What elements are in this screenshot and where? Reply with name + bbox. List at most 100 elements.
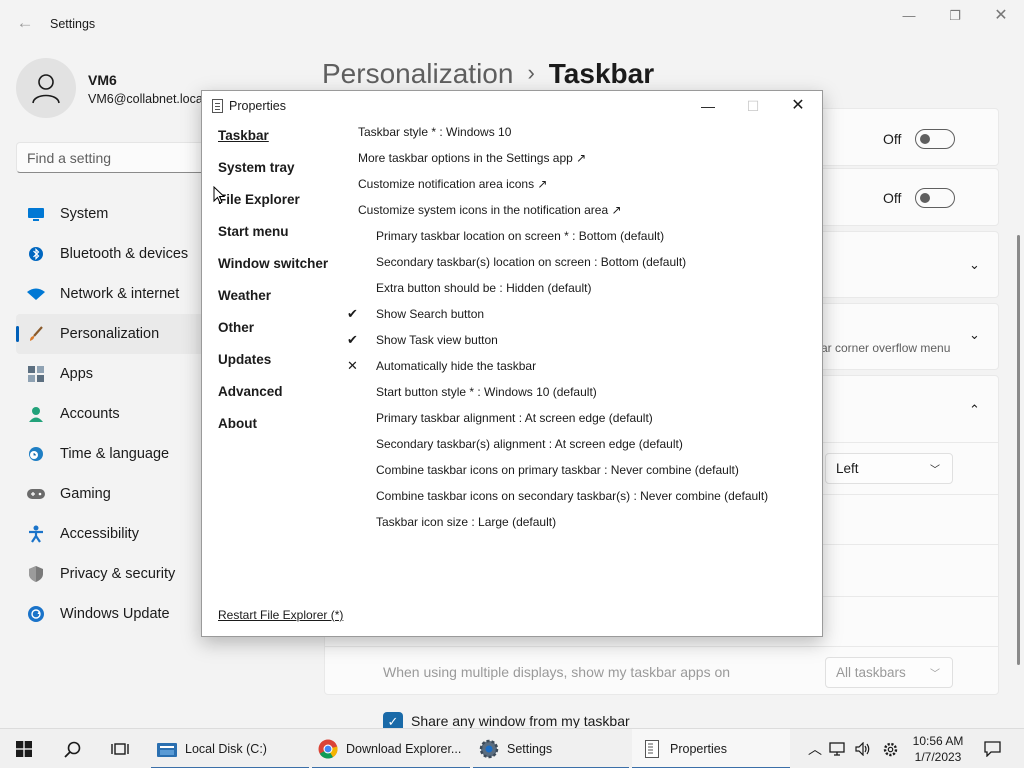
chevron-down-icon[interactable]: ⌄ [969,327,980,343]
apps-icon [27,365,45,383]
option-label: Extra button should be : Hidden (default… [376,281,592,295]
minimize-button[interactable]: — [886,5,932,29]
sidebar-item-label: Windows Update [60,606,170,622]
tab-about[interactable]: About [218,416,328,448]
tab-file-explorer[interactable]: File Explorer [218,192,328,224]
close-button[interactable]: ✕ [776,95,820,119]
checkmark-icon: ✔ [347,332,358,347]
scrollbar[interactable] [1017,235,1020,665]
accessibility-icon [27,525,45,543]
taskbar-app-chrome[interactable]: Download Explorer... [312,729,470,768]
sidebar-item-privacy[interactable]: Privacy & security [16,554,206,594]
sidebar-item-accounts[interactable]: Accounts [16,394,206,434]
multi-display-value: All taskbars [836,665,906,680]
sidebar-item-label: Network & internet [60,286,180,302]
properties-icon [212,99,223,113]
properties-dialog: Properties — ☐ ✕ Taskbar System tray Fil… [201,90,823,637]
tab-updates[interactable]: Updates [218,352,328,384]
tab-system-tray[interactable]: System tray [218,160,328,192]
alignment-dropdown[interactable]: Left ﹀ [825,453,953,484]
option-label: Secondary taskbar(s) alignment : At scre… [376,437,683,451]
search-placeholder: Find a setting [27,150,112,166]
sidebar-item-bluetooth[interactable]: Bluetooth & devices [16,234,206,274]
cross-icon: ✕ [347,358,358,373]
clock[interactable]: 10:56 AM 1/7/2023 [907,733,969,765]
speaker-icon[interactable] [850,742,876,756]
sidebar-item-label: Gaming [60,486,111,502]
checkmark-icon: ✔ [347,306,358,321]
sidebar-item-label: Privacy & security [60,566,176,582]
chevron-down-icon[interactable]: ⌄ [969,257,980,273]
taskbar-app-label: Settings [507,742,553,756]
option-label: Show Task view button [376,333,498,347]
notifications-button[interactable] [980,729,1004,768]
taskbar-app-local-disk[interactable]: Local Disk (C:) [151,729,309,768]
mouse-cursor-icon [213,186,225,204]
option-label: Taskbar icon size : Large (default) [376,515,557,529]
divider [325,646,998,647]
multi-display-dropdown[interactable]: All taskbars ﹀ [825,657,953,688]
chevron-up-icon[interactable]: ⌃ [969,402,980,418]
chevron-up-icon[interactable]: ︿ [806,739,824,759]
sidebar-item-label: Accessibility [60,526,139,542]
alignment-value: Left [836,461,859,476]
settings-gear-icon[interactable] [876,741,904,758]
toggle-switch[interactable] [915,129,955,149]
taskbar-app-properties[interactable]: Properties [632,729,790,768]
option-label: Taskbar style * : Windows 10 [358,125,512,139]
search-input[interactable]: Find a setting [16,142,216,173]
taskbar-app-label: Download Explorer... [346,742,462,756]
sidebar-item-apps[interactable]: Apps [16,354,206,394]
tab-other[interactable]: Other [218,320,328,352]
toggle-state-label: Off [883,131,902,147]
tab-window-switcher[interactable]: Window switcher [218,256,328,288]
sidebar-item-windows-update[interactable]: Windows Update [16,594,206,634]
sidebar-item-accessibility[interactable]: Accessibility [16,514,206,554]
tab-weather[interactable]: Weather [218,288,328,320]
toggle-switch[interactable] [915,188,955,208]
windows-logo-icon [16,741,32,757]
update-icon [27,605,45,623]
tab-advanced[interactable]: Advanced [218,384,328,416]
task-view-button[interactable] [104,729,136,768]
sidebar-item-time-language[interactable]: Time & language [16,434,206,474]
breadcrumb-parent[interactable]: Personalization [322,58,513,89]
tab-start-menu[interactable]: Start menu [218,224,328,256]
back-arrow-icon[interactable]: ← [14,12,36,34]
option-label: Customize notification area icons ↗ [358,177,548,191]
brush-icon [27,325,45,343]
app-title: Settings [50,17,96,31]
person-icon [32,74,60,104]
taskbar: Local Disk (C:) Download Explorer... Set… [0,728,1024,768]
avatar[interactable] [16,58,76,118]
close-button[interactable]: ✕ [978,5,1024,29]
properties-titlebar[interactable]: Properties — ☐ ✕ [202,91,822,121]
sidebar-item-personalization[interactable]: Personalization [16,314,206,354]
user-email: VM6@collabnet.local [88,92,206,106]
restart-file-explorer-link[interactable]: Restart File Explorer (*) [218,608,343,622]
sidebar-item-network[interactable]: Network & internet [16,274,206,314]
option-label: More taskbar options in the Settings app… [358,151,587,165]
gamepad-icon [27,485,45,503]
toggle-state-label: Off [883,190,902,206]
settings-gear-icon [479,739,499,759]
sidebar-item-gaming[interactable]: Gaming [16,474,206,514]
properties-tabs: Taskbar System tray File Explorer Start … [218,128,328,448]
multi-display-label: When using multiple displays, show my ta… [383,664,731,680]
option-label: Primary taskbar location on screen * : B… [376,229,665,243]
search-button[interactable] [56,729,88,768]
network-icon[interactable] [824,742,850,756]
chrome-icon [318,739,338,759]
option-label: Automatically hide the taskbar [376,359,537,373]
sidebar-item-system[interactable]: System [16,194,206,234]
chevron-down-icon: ﹀ [930,465,940,476]
taskbar-app-settings[interactable]: Settings [473,729,629,768]
option-label: Combine taskbar icons on primary taskbar… [376,463,739,477]
folder-icon [157,739,177,759]
start-button[interactable] [8,729,40,768]
clock-date: 1/7/2023 [914,750,962,764]
minimize-button[interactable]: — [686,95,730,119]
settings-titlebar: ← Settings — ❐ ✕ [0,0,1024,48]
maximize-button[interactable]: ❐ [932,5,978,29]
tab-taskbar[interactable]: Taskbar [218,128,328,160]
